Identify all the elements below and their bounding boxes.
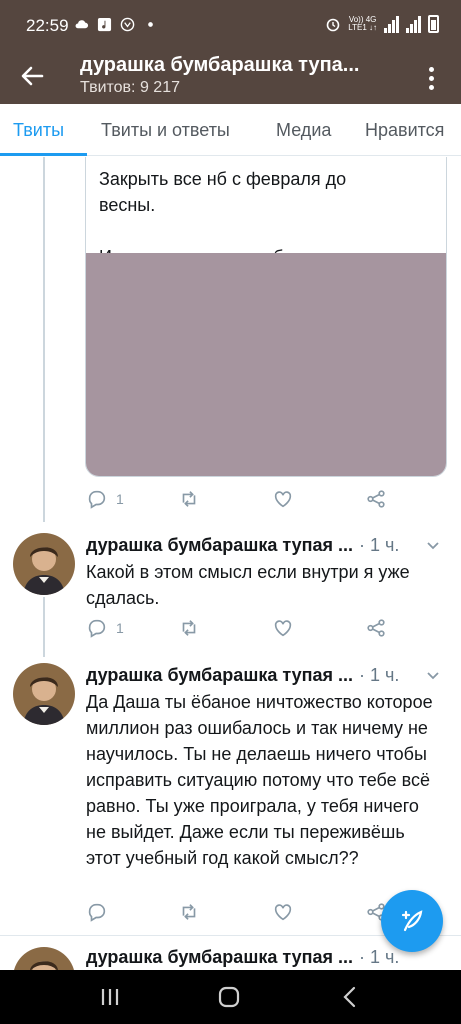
author-name[interactable]: дурашка бумбарашка тупая ... — [86, 947, 353, 968]
link-card[interactable]: Закрыть все нб с февраля до весны. Итак,… — [85, 157, 447, 477]
status-bar: 22:59 Vo)) 4G LTE1 ↓↑ — [0, 0, 461, 52]
retweet-icon — [182, 904, 196, 920]
status-time: 22:59 — [26, 16, 69, 35]
notification-icons — [74, 17, 158, 32]
signal-2-icon — [406, 15, 421, 33]
tweet-actions: 1 — [86, 617, 386, 641]
reply-button[interactable]: 1 — [86, 617, 124, 639]
retweet-button[interactable] — [178, 617, 200, 639]
reply-button[interactable] — [86, 901, 108, 923]
profile-title: дурашка бумбарашка тупа... — [80, 54, 360, 76]
thread-line — [43, 597, 45, 657]
tweet-header: дурашка бумбарашка тупая ... · 1 ч. — [86, 535, 456, 556]
tab-media[interactable]: Медиа — [276, 120, 331, 141]
chevron-down-icon[interactable] — [426, 541, 440, 551]
network-bottom-text: LTE1 ↓↑ — [348, 23, 377, 32]
system-icons: Vo)) 4G LTE1 ↓↑ — [325, 15, 439, 33]
avatar[interactable] — [13, 947, 75, 970]
share-icon — [367, 490, 385, 508]
app-bar: дурашка бумбарашка тупа... Твитов: 9 217 — [0, 52, 461, 104]
alarm-icon — [326, 18, 340, 32]
card-line: весны. — [99, 195, 156, 215]
music-note-icon — [97, 17, 112, 32]
recent-apps-icon[interactable] — [96, 983, 124, 1011]
author-name[interactable]: дурашка бумбарашка тупая ... — [86, 665, 353, 686]
heart-icon — [274, 491, 292, 508]
like-button[interactable] — [272, 617, 294, 639]
profile-tabs: Твиты Твиты и ответы Медиа Нравится — [0, 104, 461, 156]
network-label: Vo)) 4G LTE1 ↓↑ — [348, 16, 377, 32]
dot-icon — [148, 22, 153, 27]
signal-icon — [384, 15, 399, 33]
reply-count: 1 — [116, 491, 124, 507]
tweet-text: Какой в этом смысл если внутри я уже сда… — [86, 562, 410, 608]
share-button[interactable] — [365, 488, 387, 510]
heart-icon — [274, 904, 292, 921]
tweet-time: · 1 ч. — [359, 665, 400, 685]
reply-button[interactable]: 1 — [86, 488, 124, 510]
retweet-button[interactable] — [178, 488, 200, 510]
avatar[interactable] — [13, 533, 75, 595]
back-arrow-icon[interactable] — [14, 58, 50, 94]
retweet-icon — [182, 491, 196, 507]
compose-feather-icon — [401, 910, 423, 932]
compose-tweet-button[interactable] — [381, 890, 443, 952]
tweet-count: Твитов: 9 217 — [80, 79, 180, 96]
active-tab-indicator — [0, 153, 87, 156]
tweet-actions — [86, 901, 386, 925]
reply-count: 1 — [116, 620, 124, 636]
reply-icon — [88, 490, 106, 509]
share-icon — [367, 619, 385, 637]
thread-line — [43, 157, 45, 522]
chevron-down-icon[interactable] — [426, 671, 440, 681]
system-nav-bar — [0, 970, 461, 1024]
tab-likes[interactable]: Нравится — [365, 120, 444, 141]
reply-icon — [88, 619, 106, 638]
tweet-header: дурашка бумбарашка тупая ... · 1 ч. — [86, 665, 456, 686]
battery-icon — [428, 15, 439, 33]
home-icon[interactable] — [215, 983, 243, 1011]
retweet-icon — [182, 620, 196, 636]
like-button[interactable] — [272, 488, 294, 510]
tweet-time: · 1 ч. — [359, 535, 400, 555]
author-name[interactable]: дурашка бумбарашка тупая ... — [86, 535, 353, 556]
share-button[interactable] — [365, 617, 387, 639]
like-button[interactable] — [272, 901, 294, 923]
reply-icon — [88, 903, 106, 922]
card-line: Закрыть все нб с февраля до — [99, 169, 347, 189]
tweet-time: · 1 ч. — [359, 947, 400, 967]
back-nav-icon[interactable] — [336, 983, 364, 1011]
timeline[interactable]: Закрыть все нб с февраля до весны. Итак,… — [0, 157, 461, 970]
avatar[interactable] — [13, 663, 75, 725]
tweet-text: Да Даша ты ёбаное ничтожество которое ми… — [86, 692, 433, 868]
cloud-icon — [75, 20, 89, 29]
more-options-icon[interactable] — [419, 60, 443, 96]
retweet-button[interactable] — [178, 901, 200, 923]
tweet-actions: 1 — [86, 488, 386, 512]
card-image[interactable] — [86, 253, 446, 476]
heart-icon — [274, 620, 292, 637]
tab-tweets-and-replies[interactable]: Твиты и ответы — [101, 120, 230, 141]
tab-tweets[interactable]: Твиты — [13, 120, 64, 141]
vk-icon — [120, 17, 135, 32]
